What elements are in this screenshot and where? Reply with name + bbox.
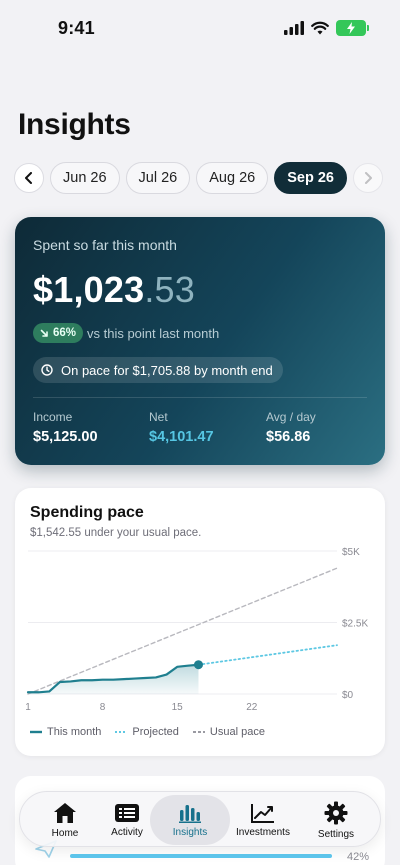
tab-insights-label: Insights [172,826,208,838]
month-pill-sep[interactable]: Sep 26 [274,162,347,194]
avg-day-stat: Avg / day $56.86 [266,410,316,445]
tab-investments-label: Investments [236,826,290,838]
chevron-right-icon [364,172,372,184]
legend-this-month-label: This month [47,726,102,738]
trend-up-icon [251,803,274,823]
income-label: Income [33,410,73,424]
status-bar: 9:41 [0,0,400,56]
previous-month-button[interactable] [14,163,44,193]
gear-icon [324,801,348,824]
spent-amount-cents: .53 [144,269,195,310]
tab-activity-label: Activity [111,826,143,838]
spending-pace-card: Spending pace $1,542.55 under your usual… [15,488,385,756]
tab-settings[interactable]: Settings [311,792,361,848]
spending-pace-chart: $5K $2.5K $0 1 8 15 22 [25,547,368,713]
net-label: Net [149,410,168,424]
avg-day-label: Avg / day [266,410,316,424]
legend-projected-label: Projected [132,726,179,738]
pace-text: On pace for $1,705.88 by month end [61,362,273,378]
x-tick-label: 15 [172,702,184,713]
change-badge-value: 66% [53,327,77,339]
current-day-marker[interactable] [193,660,203,670]
month-pill-aug[interactable]: Aug 26 [196,162,269,194]
compare-text: vs this point last month [87,326,220,341]
month-pill-jun[interactable]: Jun 26 [50,162,120,194]
battery-icon [336,20,369,36]
list-icon [115,803,139,822]
avg-day-value: $56.86 [266,429,311,445]
tab-bar: Home Activity Insights Investments Setti… [19,791,381,847]
budget-progress-bar [70,854,332,858]
summary-divider [33,397,367,398]
wifi-icon [311,21,329,35]
legend-usual-pace: Usual pace [192,726,265,738]
legend-projected: Projected [115,726,179,738]
change-badge: 66% [33,323,84,343]
income-stat: Income $5,125.00 [33,410,98,445]
net-value: $4,101.47 [149,429,214,445]
net-stat: Net $4,101.47 [149,410,214,445]
chart-legend: This month Projected Usual pace [30,726,265,738]
income-value: $5,125.00 [33,429,98,445]
status-time: 9:41 [58,18,95,38]
spent-amount: $1,023.53 [33,269,195,311]
tab-activity[interactable]: Activity [102,792,152,848]
next-month-button[interactable] [352,163,383,193]
status-icons [284,20,369,36]
projected-line [197,644,338,666]
spent-amount-whole: $1,023 [33,269,145,310]
page-title: Insights [18,108,131,141]
spending-summary-card: Spent so far this month $1,023.53 66% vs… [15,217,385,465]
tab-investments[interactable]: Investments [232,792,294,848]
x-tick-label: 1 [25,702,31,713]
spent-label: Spent so far this month [33,237,177,253]
arrow-down-right-icon [40,329,48,337]
house-icon [54,802,76,823]
chevron-left-icon [25,172,32,184]
y-tick-label: $2.5K [342,619,368,630]
tab-home-label: Home [51,827,79,839]
budget-progress-percent: 42% [347,851,370,863]
pace-pill: On pace for $1,705.88 by month end [33,357,283,383]
tab-home[interactable]: Home [40,792,90,848]
month-pill-jul[interactable]: Jul 26 [125,162,191,194]
tab-insights[interactable]: Insights [160,792,220,848]
y-tick-label: $5K [342,547,360,558]
clock-icon [41,364,53,376]
x-tick-label: 22 [246,702,258,713]
legend-this-month: This month [30,726,101,738]
signal-icon [284,21,304,35]
month-selector: Jun 26 Jul 26 Aug 26 Sep 26 [14,161,400,195]
y-tick-label: $0 [342,690,354,701]
tab-settings-label: Settings [317,828,355,840]
bar-chart-icon [179,804,201,823]
x-tick-label: 8 [100,702,106,713]
legend-usual-pace-label: Usual pace [209,726,265,738]
